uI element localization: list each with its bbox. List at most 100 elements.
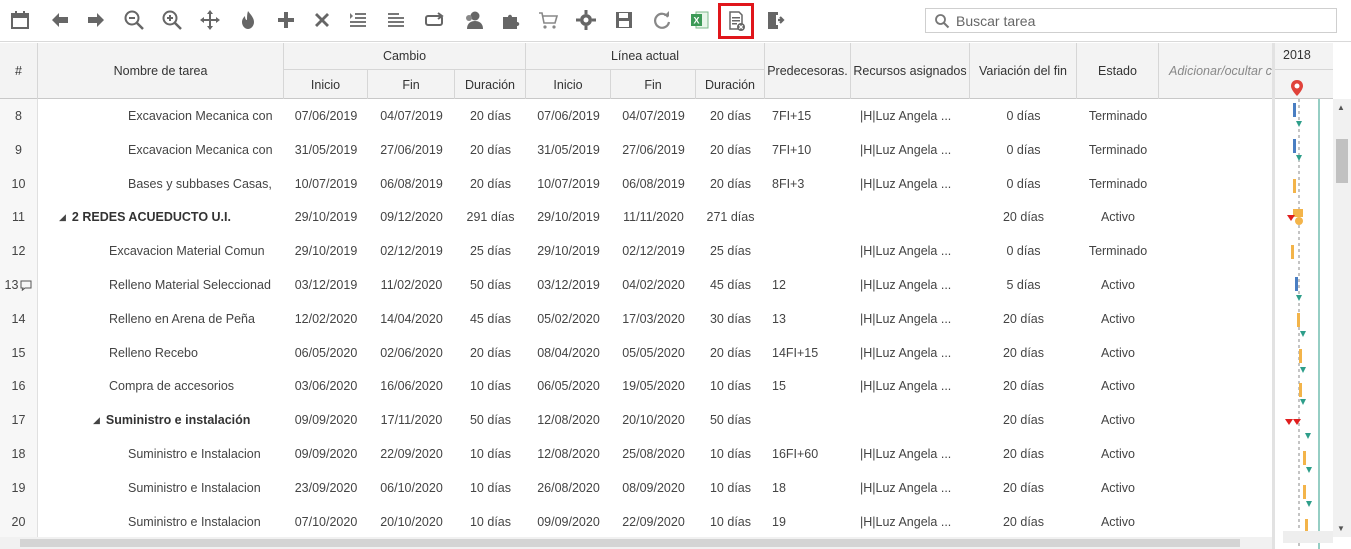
cell-linea-duracion[interactable]: 30 días	[696, 302, 765, 336]
cell-linea-fin[interactable]: 04/02/2020	[611, 268, 696, 302]
cell-predecesoras[interactable]: 15	[772, 369, 851, 403]
cell-linea-fin[interactable]: 08/09/2020	[611, 471, 696, 505]
link-icon[interactable]	[420, 6, 448, 34]
header-recursos[interactable]: Recursos asignados	[851, 43, 970, 99]
table-row[interactable]: 18 Suministro e Instalacion 09/09/2020 22/0…	[0, 437, 1272, 471]
cell-cambio-inicio[interactable]: 12/02/2020	[284, 302, 368, 336]
cell-linea-fin[interactable]: 27/06/2019	[611, 133, 696, 167]
table-row[interactable]: 16 Compra de accesorios 03/06/2020 16/06/20…	[0, 369, 1272, 404]
cell-estado[interactable]: Terminado	[1077, 99, 1159, 133]
cell-linea-fin[interactable]: 17/03/2020	[611, 302, 696, 336]
cell-cambio-fin[interactable]: 06/10/2020	[368, 471, 455, 505]
cell-cambio-duracion[interactable]: 10 días	[455, 505, 526, 539]
gear-icon[interactable]	[572, 6, 600, 34]
cell-estado[interactable]: Terminado	[1077, 133, 1159, 167]
cell-estado[interactable]: Terminado	[1077, 167, 1159, 201]
cell-cambio-duracion[interactable]: 20 días	[455, 99, 526, 133]
h-scroll-thumb[interactable]	[20, 539, 1240, 547]
cell-linea-fin[interactable]: 20/10/2020	[611, 403, 696, 437]
cell-variacion[interactable]: 0 días	[970, 99, 1077, 133]
cell-recursos[interactable]: |H|Luz Angela ...	[860, 437, 970, 471]
cell-task-name[interactable]: Relleno Recebo	[109, 336, 284, 370]
cell-task-name[interactable]: Relleno Material Seleccionad	[109, 268, 284, 302]
cell-linea-duracion[interactable]: 20 días	[696, 167, 765, 201]
cell-linea-inicio[interactable]: 12/08/2020	[526, 403, 611, 437]
cell-estado[interactable]: Activo	[1077, 268, 1159, 302]
cell-linea-inicio[interactable]: 29/10/2019	[526, 200, 611, 234]
cell-cambio-inicio[interactable]: 07/06/2019	[284, 99, 368, 133]
zoom-out-icon[interactable]	[120, 6, 148, 34]
cell-linea-inicio[interactable]: 31/05/2019	[526, 133, 611, 167]
cell-cambio-duracion[interactable]: 45 días	[455, 302, 526, 336]
cell-estado[interactable]: Activo	[1077, 369, 1159, 403]
cell-estado[interactable]: Activo	[1077, 403, 1159, 437]
cell-predecesoras[interactable]: 19	[772, 505, 851, 539]
cell-estado[interactable]: Activo	[1077, 437, 1159, 471]
cell-variacion[interactable]: 20 días	[970, 302, 1077, 336]
cell-variacion[interactable]: 20 días	[970, 403, 1077, 437]
cell-task-name[interactable]: Excavacion Mecanica con	[128, 133, 284, 167]
cell-recursos[interactable]: |H|Luz Angela ...	[860, 133, 970, 167]
cell-predecesoras[interactable]: 7FI+15	[772, 99, 851, 133]
cell-linea-duracion[interactable]: 50 días	[696, 403, 765, 437]
cell-predecesoras[interactable]: 13	[772, 302, 851, 336]
save-icon[interactable]	[610, 6, 638, 34]
header-num[interactable]: #	[0, 43, 38, 99]
cell-cambio-inicio[interactable]: 09/09/2020	[284, 403, 368, 437]
cell-task-name[interactable]: ◢ 2 REDES ACUEDUCTO U.I.	[59, 200, 284, 234]
cell-variacion[interactable]: 5 días	[970, 268, 1077, 302]
cell-variacion[interactable]: 0 días	[970, 167, 1077, 201]
cell-cambio-duracion[interactable]: 10 días	[455, 369, 526, 403]
header-linea-inicio[interactable]: Inicio	[526, 69, 611, 99]
header-linea-fin[interactable]: Fin	[611, 69, 696, 99]
fire-icon[interactable]	[234, 6, 262, 34]
cell-cambio-fin[interactable]: 22/09/2020	[368, 437, 455, 471]
cell-variacion[interactable]: 20 días	[970, 200, 1077, 234]
header-cambio-fin[interactable]: Fin	[368, 69, 455, 99]
header-linea-duracion[interactable]: Duración	[696, 69, 765, 99]
cell-cambio-duracion[interactable]: 291 días	[455, 200, 526, 234]
vertical-scrollbar[interactable]: ▲ ▼	[1333, 99, 1351, 537]
cell-linea-fin[interactable]: 06/08/2019	[611, 167, 696, 201]
cell-linea-inicio[interactable]: 10/07/2019	[526, 167, 611, 201]
search-input[interactable]	[956, 12, 1336, 29]
header-predecesoras[interactable]: Predecesoras.	[765, 43, 851, 99]
header-cambio-duracion[interactable]: Duración	[455, 69, 526, 99]
header-name[interactable]: Nombre de tarea	[38, 43, 284, 99]
cell-linea-inicio[interactable]: 09/09/2020	[526, 505, 611, 539]
cell-cambio-inicio[interactable]: 31/05/2019	[284, 133, 368, 167]
table-row[interactable]: 19 Suministro e Instalacion 23/09/2020 06/1…	[0, 470, 1272, 505]
scroll-down-icon[interactable]: ▼	[1337, 524, 1345, 533]
cell-cambio-fin[interactable]: 27/06/2019	[368, 133, 455, 167]
cell-recursos[interactable]: |H|Luz Angela ...	[860, 336, 970, 370]
arrow-left-icon[interactable]	[46, 6, 74, 34]
delete-icon[interactable]	[308, 6, 336, 34]
zoom-in-icon[interactable]	[158, 6, 186, 34]
cell-recursos[interactable]: |H|Luz Angela ...	[860, 167, 970, 201]
cell-linea-fin[interactable]: 04/07/2019	[611, 99, 696, 133]
cell-estado[interactable]: Activo	[1077, 471, 1159, 505]
cell-cambio-inicio[interactable]: 23/09/2020	[284, 471, 368, 505]
cell-linea-duracion[interactable]: 20 días	[696, 133, 765, 167]
cell-variacion[interactable]: 20 días	[970, 336, 1077, 370]
cell-cambio-inicio[interactable]: 06/05/2020	[284, 336, 368, 370]
move-icon[interactable]	[196, 6, 224, 34]
cell-cambio-inicio[interactable]: 29/10/2019	[284, 200, 368, 234]
cell-variacion[interactable]: 0 días	[970, 234, 1077, 268]
cell-cambio-fin[interactable]: 20/10/2020	[368, 505, 455, 539]
cell-predecesoras[interactable]	[772, 403, 851, 437]
document-x-icon[interactable]	[718, 3, 754, 39]
header-variacion[interactable]: Variación del fin	[970, 43, 1077, 99]
collapse-toggle-icon[interactable]: ◢	[59, 212, 66, 223]
table-row[interactable]: 12 Excavacion Material Comun 29/10/2019 02/…	[0, 234, 1272, 269]
add-icon[interactable]	[272, 6, 300, 34]
scroll-up-icon[interactable]: ▲	[1337, 103, 1345, 112]
cell-cambio-fin[interactable]: 17/11/2020	[368, 403, 455, 437]
table-row[interactable]: 10 Bases y subbases Casas, 10/07/2019 06/08…	[0, 166, 1272, 201]
arrow-right-icon[interactable]	[82, 6, 110, 34]
cell-recursos[interactable]: |H|Luz Angela ...	[860, 302, 970, 336]
scroll-thumb[interactable]	[1336, 139, 1348, 183]
cell-predecesoras[interactable]	[772, 234, 851, 268]
cell-estado[interactable]: Activo	[1077, 505, 1159, 539]
cell-linea-duracion[interactable]: 25 días	[696, 234, 765, 268]
